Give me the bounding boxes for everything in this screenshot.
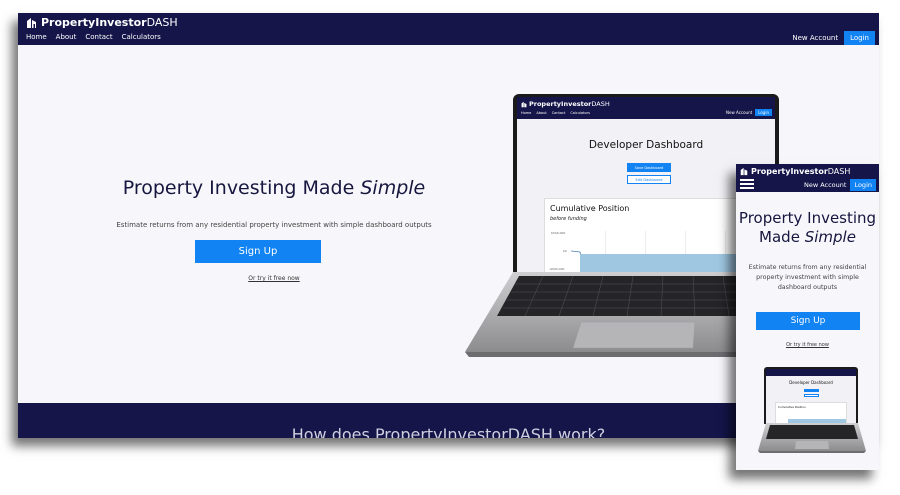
- mobile-laptop-navbar: [766, 369, 856, 376]
- hamburger-menu-icon[interactable]: [740, 179, 754, 189]
- hero-subtitle: Estimate returns from any residential pr…: [116, 221, 432, 229]
- laptop-nav-home: Home: [521, 111, 532, 115]
- building-icon: [27, 17, 36, 28]
- laptop-brand: PropertyInvestor DASH: [521, 100, 610, 108]
- laptop-chart-subtitle: before funding: [550, 216, 587, 222]
- hero-title: Property Investing Made Simple: [18, 177, 530, 199]
- building-icon: [740, 167, 748, 176]
- laptop-new-account: New Account: [726, 110, 753, 115]
- new-account-link[interactable]: New Account: [792, 34, 838, 42]
- laptop-nav-calculators: Calculators: [570, 111, 590, 115]
- laptop-brand-light: DASH: [591, 100, 610, 108]
- mobile-brand-light: DASH: [827, 167, 851, 176]
- laptop-nav-contact: Contact: [551, 111, 566, 115]
- mobile-brand-logo[interactable]: PropertyInvestor DASH: [740, 167, 850, 176]
- laptop-chart-card: Cumulative Position before funding $500,…: [544, 198, 749, 272]
- laptop-save-dashboard-button: Save Dashboard: [627, 163, 671, 172]
- hero-title-text: Property Investing Made: [122, 177, 355, 199]
- mobile-login-button[interactable]: Login: [850, 179, 876, 191]
- mobile-navbar: PropertyInvestor DASH New Account Login: [736, 164, 879, 192]
- laptop-chart-title: Cumulative Position: [550, 204, 630, 213]
- top-navbar: PropertyInvestor DASH Home About Contact …: [18, 13, 879, 45]
- mobile-hero-title: Property Investing Made Simple: [736, 209, 879, 247]
- chart-tick: $500,000: [551, 231, 566, 235]
- nav-link-calculators[interactable]: Calculators: [122, 33, 161, 41]
- mobile-laptop-chart-card: Cumulative Position: [775, 402, 847, 424]
- laptop-dashboard-title: Developer Dashboard: [588, 139, 704, 151]
- mobile-new-account-link[interactable]: New Account: [804, 181, 847, 189]
- mobile-laptop-edit-button: [804, 394, 819, 397]
- mobile-laptop-keyboard-base: [758, 423, 866, 453]
- nav-account-area: New Account Login: [792, 31, 875, 45]
- signup-button[interactable]: Sign Up: [195, 240, 321, 263]
- laptop-navbar: PropertyInvestor DASH Home About Contact …: [517, 97, 775, 119]
- brand-name-bold: PropertyInvestor: [41, 16, 147, 29]
- nav-link-home[interactable]: Home: [26, 33, 47, 41]
- mobile-laptop-chart-title: Cumulative Position: [778, 405, 806, 409]
- nav-link-contact[interactable]: Contact: [85, 33, 112, 41]
- mobile-hero-title-emphasis: Simple: [804, 228, 856, 246]
- login-button[interactable]: Login: [844, 31, 875, 45]
- mobile-nav-account: New Account Login: [804, 179, 876, 191]
- laptop-nav-links: Home About Contact Calculators: [521, 111, 590, 115]
- mobile-brand-bold: PropertyInvestor: [751, 167, 828, 176]
- hero-title-emphasis: Simple: [360, 177, 426, 199]
- nav-links: Home About Contact Calculators: [26, 33, 161, 41]
- laptop-login: Login: [755, 109, 772, 116]
- mobile-browser-view: PropertyInvestor DASH New Account Login P…: [736, 164, 879, 470]
- nav-link-about[interactable]: About: [56, 33, 77, 41]
- mobile-laptop-dashboard-title: Developer Dashboard: [789, 380, 833, 385]
- brand-logo[interactable]: PropertyInvestor DASH: [26, 16, 178, 29]
- building-icon: [521, 101, 527, 107]
- mobile-laptop-save-button: [804, 389, 819, 392]
- mobile-hero-subtitle: Estimate returns from any residential pr…: [748, 264, 867, 291]
- laptop-nav-account: New Account Login: [726, 109, 772, 116]
- laptop-brand-bold: PropertyInvestor: [529, 100, 592, 108]
- chart-tick: $0: [563, 249, 567, 253]
- mobile-signup-button[interactable]: Sign Up: [756, 312, 860, 330]
- brand-name-light: DASH: [146, 16, 178, 29]
- mobile-laptop-screen-content: Developer Dashboard Cumulative Position: [766, 369, 856, 424]
- laptop-keyboard-base: [465, 272, 779, 357]
- mobile-try-free-link[interactable]: Or try it free now: [736, 342, 879, 348]
- try-free-link[interactable]: Or try it free now: [18, 275, 530, 282]
- mobile-laptop-mockup-screen: Developer Dashboard Cumulative Position: [764, 367, 858, 424]
- laptop-edit-dashboard-button: Edit Dashboard: [627, 175, 671, 184]
- laptop-nav-about: About: [536, 111, 547, 115]
